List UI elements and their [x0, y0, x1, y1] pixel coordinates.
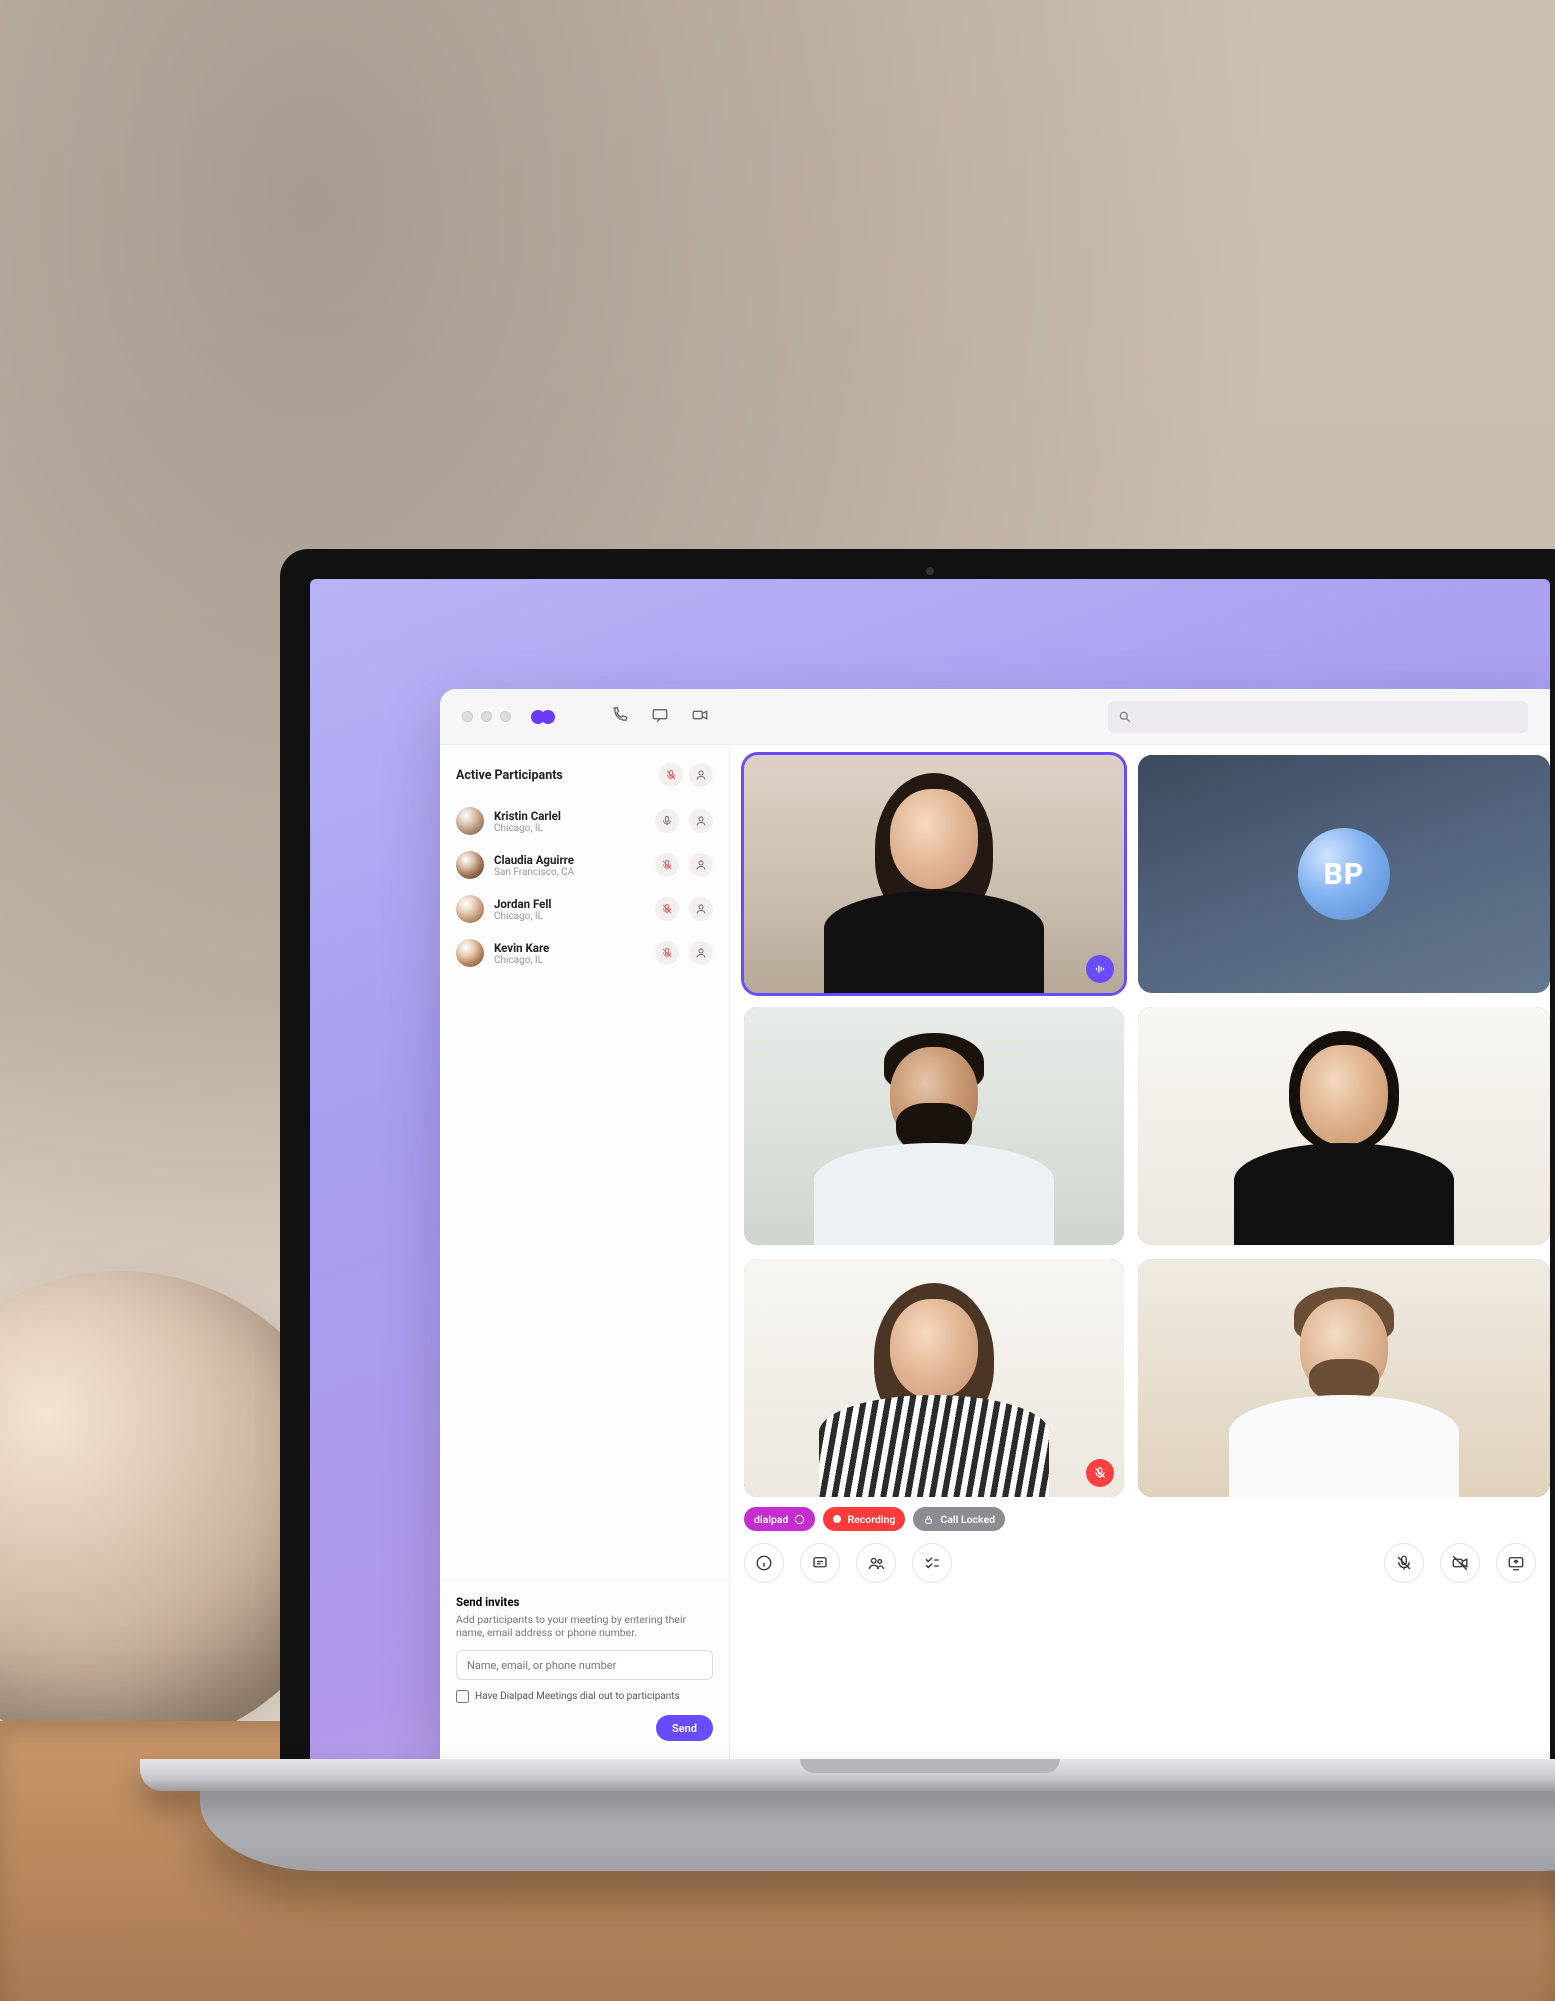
participant-location: Chicago, IL	[494, 955, 645, 966]
participant-menu-icon[interactable]	[689, 897, 713, 921]
locked-chip[interactable]: Call Locked	[913, 1507, 1005, 1531]
phone-icon[interactable]	[611, 706, 629, 728]
participant-row[interactable]: Kristin Carlel Chicago, IL	[456, 799, 713, 843]
participant-row[interactable]: Jordan Fell Chicago, IL	[456, 887, 713, 931]
lock-icon	[923, 1514, 934, 1525]
mute-all-button[interactable]	[659, 763, 683, 787]
titlebar	[440, 689, 1550, 745]
muted-icon	[1086, 1459, 1114, 1487]
mic-off-icon[interactable]	[655, 897, 679, 921]
camera-toggle-button[interactable]	[1440, 1543, 1480, 1583]
dialout-checkbox[interactable]	[456, 1690, 469, 1703]
ai-icon	[794, 1514, 805, 1525]
invites-desc: Add participants to your meeting by ente…	[456, 1613, 713, 1640]
mic-toggle-button[interactable]	[1384, 1543, 1424, 1583]
video-tile-initials[interactable]: BP	[1138, 755, 1550, 993]
participant-name: Kristin Carlel	[494, 809, 645, 823]
avatar-initials: BP	[1298, 828, 1390, 920]
video-tile-speaker[interactable]	[744, 755, 1124, 993]
laptop: Active Participants	[280, 549, 1555, 1871]
participant-menu-icon[interactable]	[689, 809, 713, 833]
brand-logo	[531, 708, 557, 726]
mic-off-icon[interactable]	[655, 853, 679, 877]
control-bar	[730, 1537, 1550, 1583]
participant-name: Kevin Kare	[494, 941, 645, 955]
traffic-min[interactable]	[481, 711, 492, 722]
participant-name: Claudia Aguirre	[494, 853, 645, 867]
participant-list: Kristin Carlel Chicago, IL	[440, 799, 729, 975]
participant-row[interactable]: Claudia Aguirre San Francisco, CA	[456, 843, 713, 887]
video-grid: BP	[730, 755, 1550, 1497]
participant-location: San Francisco, CA	[494, 867, 645, 878]
participant-location: Chicago, IL	[494, 823, 645, 834]
window-controls[interactable]	[462, 711, 511, 722]
app-window: Active Participants	[440, 689, 1550, 1759]
participant-name: Jordan Fell	[494, 897, 645, 911]
video-tile[interactable]	[1138, 1007, 1550, 1245]
speaking-icon	[1086, 955, 1114, 983]
invite-input[interactable]	[456, 1650, 713, 1680]
participant-row[interactable]: Kevin Kare Chicago, IL	[456, 931, 713, 975]
sidebar: Active Participants	[440, 745, 730, 1759]
record-dot-icon	[833, 1515, 841, 1523]
participant-location: Chicago, IL	[494, 911, 645, 922]
search-input[interactable]	[1108, 701, 1528, 733]
info-button[interactable]	[744, 1543, 784, 1583]
chat-button[interactable]	[800, 1543, 840, 1583]
avatar	[456, 939, 484, 967]
meeting-main: BP	[730, 745, 1550, 1759]
traffic-close[interactable]	[462, 711, 473, 722]
recording-chip[interactable]: Recording	[823, 1507, 905, 1531]
video-tile[interactable]	[1138, 1259, 1550, 1497]
participants-title: Active Participants	[456, 768, 563, 783]
status-row: dialpad Recording Call Locked	[730, 1497, 1550, 1537]
avatar	[456, 807, 484, 835]
mic-on-icon[interactable]	[655, 809, 679, 833]
add-participant-button[interactable]	[689, 763, 713, 787]
invites-title: Send invites	[456, 1595, 713, 1609]
participant-menu-icon[interactable]	[689, 853, 713, 877]
video-icon[interactable]	[691, 706, 709, 728]
people-button[interactable]	[856, 1543, 896, 1583]
chat-icon[interactable]	[651, 706, 669, 728]
participant-menu-icon[interactable]	[689, 941, 713, 965]
tasks-button[interactable]	[912, 1543, 952, 1583]
video-tile[interactable]	[744, 1007, 1124, 1245]
traffic-max[interactable]	[500, 711, 511, 722]
avatar	[456, 895, 484, 923]
avatar	[456, 851, 484, 879]
dialout-label: Have Dialpad Meetings dial out to partic…	[475, 1691, 680, 1702]
video-tile[interactable]	[744, 1259, 1124, 1497]
send-button[interactable]: Send	[656, 1715, 713, 1741]
invites-panel: Send invites Add participants to your me…	[440, 1580, 729, 1759]
search-icon	[1118, 710, 1132, 724]
share-screen-button[interactable]	[1496, 1543, 1536, 1583]
mic-off-icon[interactable]	[655, 941, 679, 965]
brand-chip[interactable]: dialpad	[744, 1507, 815, 1531]
